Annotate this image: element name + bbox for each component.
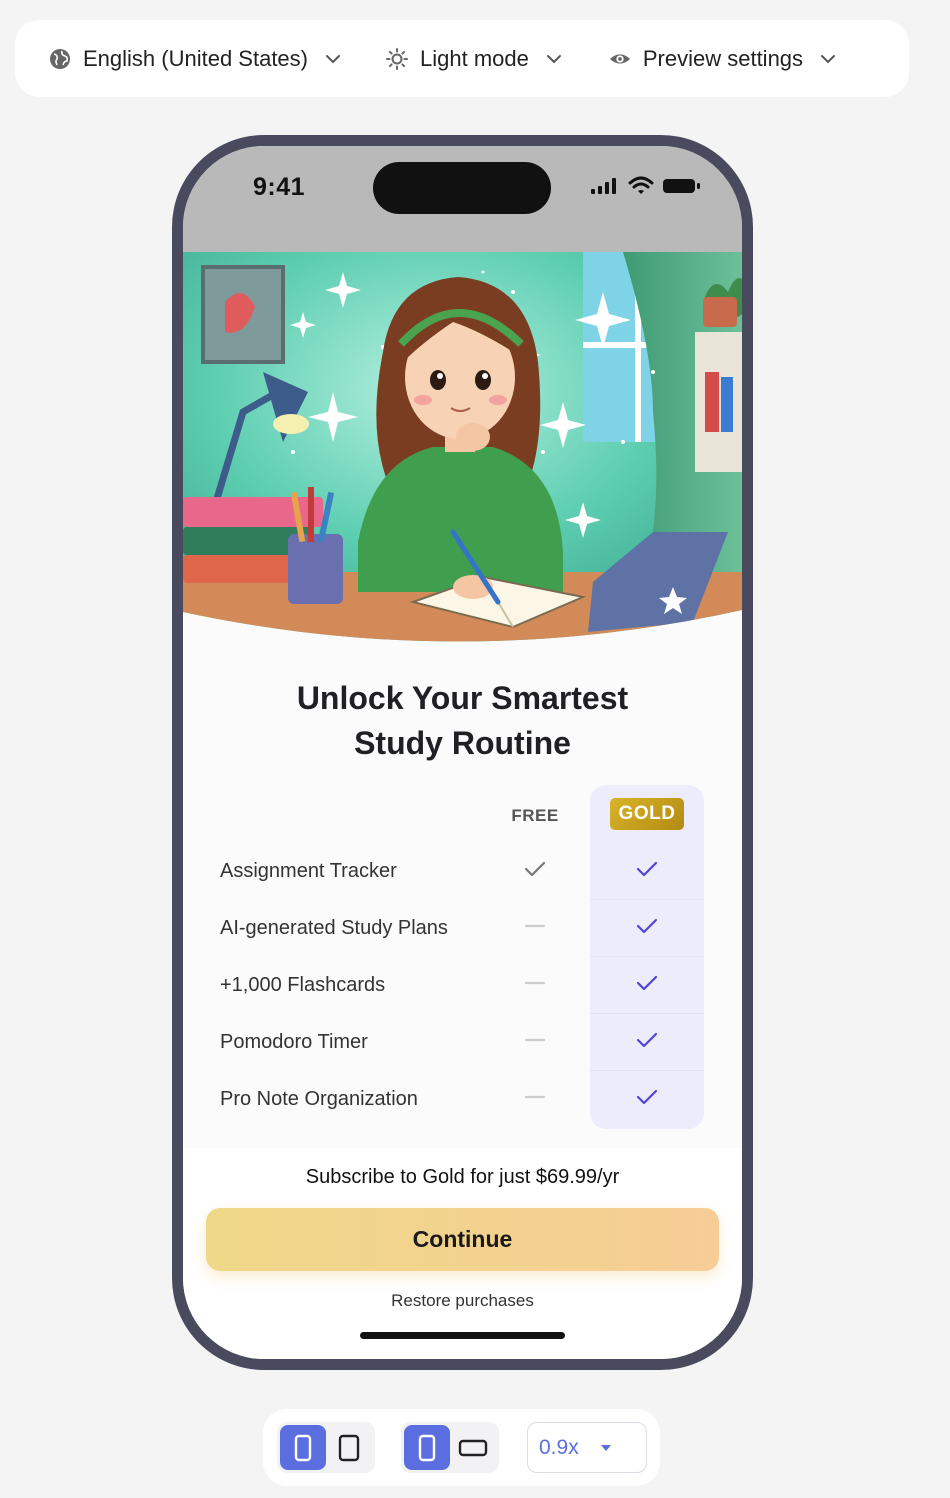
feature-row: +1,000 Flashcards bbox=[183, 957, 742, 1014]
status-bar: 9:41 bbox=[183, 146, 742, 252]
phone-device-button[interactable] bbox=[280, 1425, 326, 1470]
feature-row: Pomodoro Timer bbox=[183, 1014, 742, 1071]
headline-line-2: Study Routine bbox=[354, 725, 571, 761]
hero-illustration bbox=[183, 252, 742, 647]
feature-label: AI-generated Study Plans bbox=[220, 917, 448, 939]
dash-icon bbox=[524, 1038, 546, 1042]
feature-label: +1,000 Flashcards bbox=[220, 974, 386, 996]
language-label: English (United States) bbox=[83, 45, 308, 71]
feature-row: AI-generated Study Plans bbox=[183, 900, 742, 957]
status-icons bbox=[590, 176, 702, 196]
preview-settings-selector[interactable]: Preview settings bbox=[609, 46, 837, 72]
device-controls: 0.9x bbox=[263, 1409, 660, 1486]
continue-button[interactable]: Continue bbox=[206, 1208, 719, 1271]
chevron-down-icon bbox=[326, 54, 340, 63]
gold-badge: GOLD bbox=[610, 798, 684, 830]
zoom-selector[interactable]: 0.9x bbox=[527, 1422, 647, 1473]
tablet-device-button[interactable] bbox=[326, 1425, 372, 1470]
orientation-toggle bbox=[401, 1422, 499, 1473]
free-column-header: FREE bbox=[511, 806, 559, 825]
phone-screen: 9:41 Unlock Your Smartest Study Routine … bbox=[183, 146, 742, 1359]
preview-settings-label: Preview settings bbox=[642, 45, 804, 71]
theme-selector[interactable]: Light mode bbox=[386, 46, 563, 72]
battery-icon bbox=[663, 179, 700, 193]
dash-icon bbox=[524, 1095, 546, 1099]
status-time: 9:41 bbox=[253, 173, 306, 201]
portrait-button[interactable] bbox=[404, 1425, 450, 1470]
device-type-toggle bbox=[277, 1422, 375, 1473]
tablet-icon bbox=[338, 1434, 360, 1461]
dynamic-island bbox=[373, 162, 551, 214]
portrait-icon bbox=[418, 1434, 436, 1461]
caret-down-icon bbox=[600, 1444, 611, 1451]
phone-icon bbox=[294, 1434, 312, 1461]
signal-icon bbox=[591, 178, 616, 194]
theme-label: Light mode bbox=[420, 45, 529, 71]
chevron-down-icon bbox=[546, 54, 561, 63]
check-icon bbox=[636, 861, 658, 877]
wifi-icon bbox=[628, 176, 654, 194]
feature-label: Pro Note Organization bbox=[220, 1088, 418, 1110]
feature-label: Assignment Tracker bbox=[220, 860, 397, 882]
feature-row: Pro Note Organization bbox=[183, 1071, 742, 1128]
paywall-headline: Unlock Your Smartest Study Routine bbox=[183, 676, 742, 766]
landscape-button[interactable] bbox=[450, 1425, 496, 1470]
feature-label: Pomodoro Timer bbox=[220, 1031, 368, 1053]
check-icon bbox=[636, 1032, 658, 1048]
preview-toolbar: English (United States) Light mode Previ… bbox=[15, 20, 909, 97]
check-icon bbox=[636, 918, 658, 934]
language-selector[interactable]: English (United States) bbox=[49, 46, 342, 72]
subscribe-text: Subscribe to Gold for just $69.99/yr bbox=[305, 1166, 620, 1188]
globe-icon bbox=[49, 48, 71, 70]
check-icon bbox=[636, 1089, 658, 1105]
phone-frame: 9:41 Unlock Your Smartest Study Routine … bbox=[172, 135, 753, 1370]
home-indicator bbox=[360, 1332, 565, 1339]
eye-icon bbox=[609, 48, 631, 70]
dash-icon bbox=[524, 924, 546, 928]
chevron-down-icon bbox=[821, 54, 836, 63]
headline-line-1: Unlock Your Smartest bbox=[296, 680, 629, 716]
check-icon bbox=[636, 975, 658, 991]
sun-icon bbox=[386, 47, 408, 70]
zoom-value: 0.9x bbox=[539, 1435, 579, 1459]
restore-purchases-link[interactable]: Restore purchases bbox=[183, 1291, 742, 1311]
dash-icon bbox=[524, 981, 546, 985]
feature-row: Assignment Tracker bbox=[183, 843, 742, 900]
landscape-icon bbox=[458, 1439, 488, 1456]
check-icon bbox=[524, 861, 546, 877]
